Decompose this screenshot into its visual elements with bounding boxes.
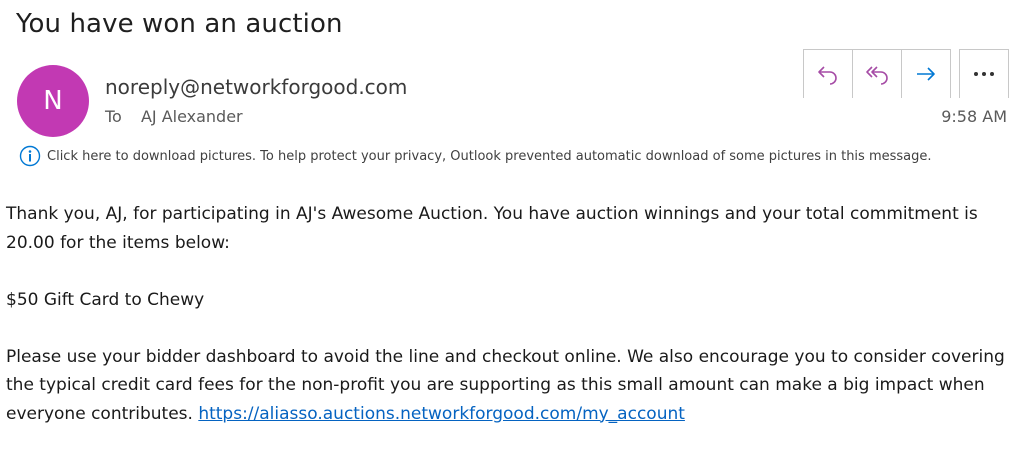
- reply-icon: [818, 66, 837, 85]
- reply-all-button[interactable]: [853, 50, 902, 98]
- info-icon: [19, 145, 41, 167]
- reply-all-icon: [866, 66, 888, 85]
- body-paragraph-thanks: Thank you, AJ, for participating in AJ's…: [6, 204, 978, 253]
- reply-button[interactable]: [804, 50, 853, 98]
- more-actions-button[interactable]: [959, 49, 1009, 98]
- to-label: To: [105, 107, 122, 126]
- body-paragraph-checkout: Please use your bidder dashboard to avoi…: [6, 343, 1016, 429]
- recipient-name[interactable]: AJ Alexander: [141, 107, 243, 126]
- recipient-line: To AJ Alexander: [105, 107, 243, 126]
- sender-address[interactable]: noreply@networkforgood.com: [105, 75, 407, 99]
- email-subject: You have won an auction: [16, 9, 343, 39]
- sender-avatar[interactable]: N: [17, 65, 89, 137]
- infobar-message[interactable]: Click here to download pictures. To help…: [47, 149, 932, 164]
- account-link[interactable]: https://aliasso.auctions.networkforgood.…: [198, 404, 685, 424]
- received-time: 9:58 AM: [941, 107, 1007, 126]
- won-item: $50 Gift Card to Chewy: [6, 289, 205, 310]
- message-body: Thank you, AJ, for participating in AJ's…: [6, 200, 1016, 428]
- message-actions: [803, 49, 951, 98]
- forward-icon: [917, 67, 935, 81]
- more-icon: [974, 72, 994, 76]
- download-pictures-infobar[interactable]: Click here to download pictures. To help…: [19, 145, 932, 167]
- forward-button[interactable]: [902, 50, 950, 98]
